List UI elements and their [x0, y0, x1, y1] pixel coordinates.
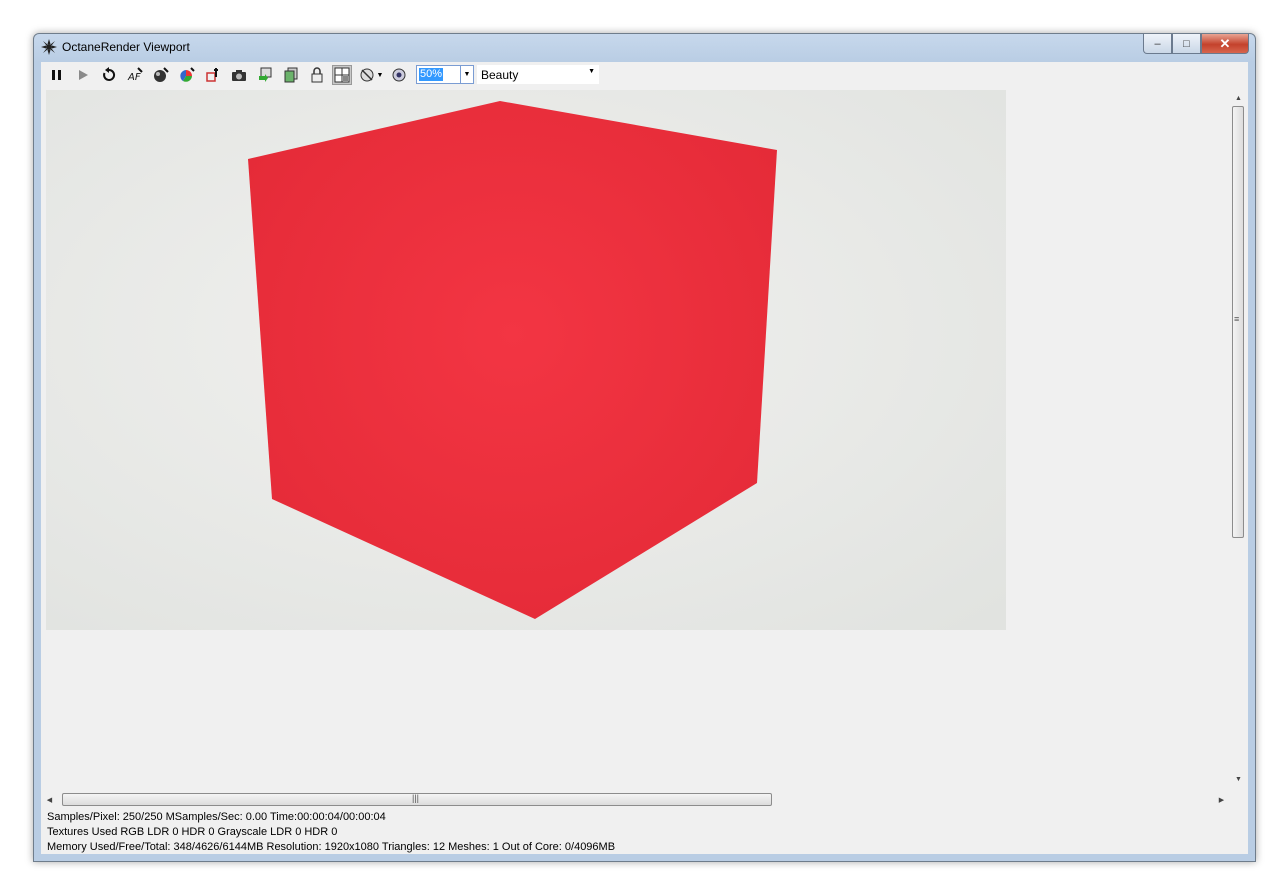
vertical-scrollbar[interactable]: ▲ ≡ ▼ [1230, 90, 1247, 788]
lock-button[interactable] [307, 65, 327, 85]
region-render-icon [334, 67, 350, 83]
color-picker-icon [180, 67, 195, 82]
zoom-combobox[interactable]: 50% ▼ [416, 65, 474, 84]
zoom-button[interactable] [389, 65, 409, 85]
chevron-down-icon[interactable]: ▼ [588, 68, 595, 75]
focus-picker-icon: AF [127, 67, 143, 83]
status-memory: Memory Used/Free/Total: 348/4626/6144MB … [47, 841, 616, 853]
window-title: OctaneRender Viewport [62, 40, 190, 54]
lock-icon [311, 67, 323, 83]
film-region-icon [360, 68, 374, 82]
chevron-down-icon[interactable]: ▼ [460, 66, 473, 83]
grip-icon: ≡ [1234, 314, 1240, 324]
region-render-button[interactable] [332, 65, 352, 85]
scroll-left-icon[interactable]: ◀ [41, 791, 58, 808]
status-panel: Samples/Pixel: 250/250 MSamples/Sec: 0.0… [47, 810, 615, 855]
restart-button[interactable] [99, 65, 119, 85]
toolbar: AF ▼ 50% ▼ Beauty ▼ [41, 62, 1248, 88]
client-area: AF ▼ 50% ▼ Beauty ▼ ▲ ≡ ▼ ◀ ||| ▶ Sample… [41, 62, 1248, 854]
octane-logo-icon [41, 39, 57, 55]
viewport-window: OctaneRender Viewport – □ ✕ AF ▼ 50% ▼ B… [33, 33, 1256, 862]
material-picker-icon [154, 67, 169, 82]
export-button[interactable] [255, 65, 275, 85]
render-pass-value: Beauty [481, 68, 519, 82]
close-button[interactable]: ✕ [1201, 34, 1249, 54]
svg-text:AF: AF [127, 72, 141, 83]
title-bar[interactable]: OctaneRender Viewport – □ ✕ [34, 34, 1255, 60]
save-button[interactable] [281, 65, 301, 85]
chevron-down-icon: ▼ [376, 71, 384, 79]
camera-icon [232, 70, 246, 81]
object-picker-button[interactable] [203, 65, 223, 85]
status-samples: Samples/Pixel: 250/250 MSamples/Sec: 0.0… [47, 811, 386, 823]
horizontal-scrollbar[interactable]: ◀ ||| ▶ [41, 791, 1230, 808]
maximize-button[interactable]: □ [1172, 34, 1201, 54]
focus-picker-button[interactable]: AF [125, 65, 145, 85]
status-textures: Textures Used RGB LDR 0 HDR 0 Grayscale … [47, 826, 338, 838]
zoom-icon [392, 68, 406, 82]
color-picker-button[interactable] [177, 65, 197, 85]
restart-icon [103, 67, 116, 81]
scroll-up-icon[interactable]: ▲ [1230, 90, 1247, 107]
minimize-button[interactable]: – [1143, 34, 1172, 54]
material-picker-button[interactable] [151, 65, 171, 85]
scroll-right-icon[interactable]: ▶ [1213, 791, 1230, 808]
zoom-value[interactable]: 50% [419, 68, 444, 81]
render-pass-select[interactable]: Beauty ▼ [477, 65, 599, 84]
pause-icon [52, 70, 61, 80]
camera-button[interactable] [229, 65, 249, 85]
play-icon [79, 70, 88, 80]
object-picker-icon [206, 68, 218, 82]
scroll-down-icon[interactable]: ▼ [1230, 771, 1247, 788]
grip-icon: ||| [412, 793, 420, 803]
film-region-button[interactable] [357, 65, 377, 85]
export-icon [259, 67, 272, 82]
pause-button[interactable] [47, 65, 67, 85]
film-region-dropdown[interactable]: ▼ [375, 65, 385, 85]
render-viewport[interactable] [46, 90, 1006, 630]
save-icon [284, 67, 298, 83]
play-button[interactable] [73, 65, 93, 85]
